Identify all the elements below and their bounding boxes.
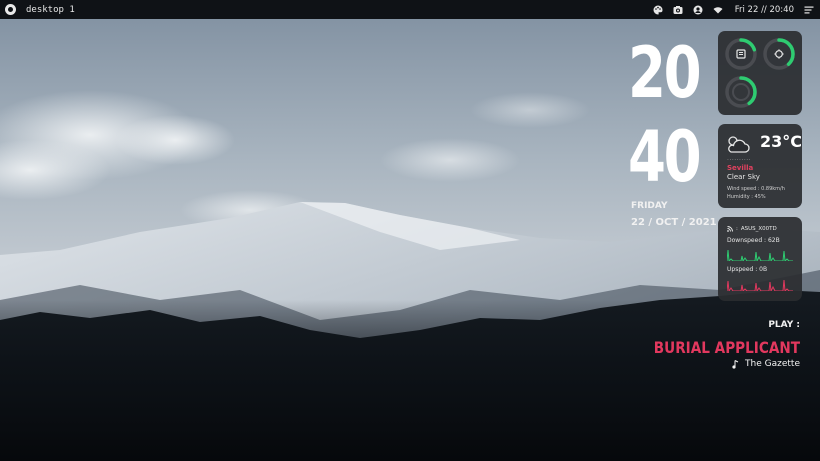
music-title: BURIAL APPLICANT [653,338,800,357]
clock-hours: 20 [628,32,702,114]
downspeed-label: Downspeed : 62B [727,237,780,244]
weather-card: 23°C ·········· Sevilla Clear Sky Wind s… [718,124,802,208]
weather-description: Clear Sky [727,173,760,181]
wifi-icon[interactable] [713,5,723,15]
weather-wind: Wind speed : 0.89km/h [727,186,785,192]
music-artist-row: The Gazette [732,359,800,369]
weather-city: Sevilla [727,164,754,172]
music-artist: The Gazette [745,359,800,369]
clock-datetime[interactable]: Fri 22 // 20:40 [735,5,794,15]
date-label: 22 / OCT / 2021 [631,217,717,228]
top-bar: desktop 1 Fri 22 // 20:40 [0,0,820,19]
cpu-icon [774,49,784,59]
cloud-icon [728,136,750,153]
logo-icon[interactable] [5,4,16,15]
downspeed-graph [727,249,793,261]
rss-icon [727,226,733,232]
menu-icon[interactable] [804,5,814,15]
weather-divider: ·········· [727,157,752,164]
user-icon[interactable] [693,5,703,15]
camera-icon[interactable] [673,5,683,15]
upspeed-graph [727,279,793,291]
memory-icon [736,49,746,59]
system-monitor-card [718,31,802,115]
weather-temperature: 23°C [760,132,803,151]
clock-minutes: 40 [628,116,702,198]
network-ssid: ASUS_X00TD [740,226,777,232]
workspace-label[interactable]: desktop 1 [26,5,75,15]
palette-icon[interactable] [653,4,663,15]
day-label: FRIDAY [631,201,668,211]
network-card: : ASUS_X00TD Downspeed : 62B Upspeed : 0… [718,217,802,301]
disk-icon [736,87,746,97]
music-note-icon [732,359,739,369]
upspeed-label: Upspeed : 0B [727,266,768,273]
network-ssid-row: : ASUS_X00TD [727,226,777,232]
music-play-label: PLAY : [768,320,800,330]
weather-humidity: Humidity : 45% [727,194,766,200]
